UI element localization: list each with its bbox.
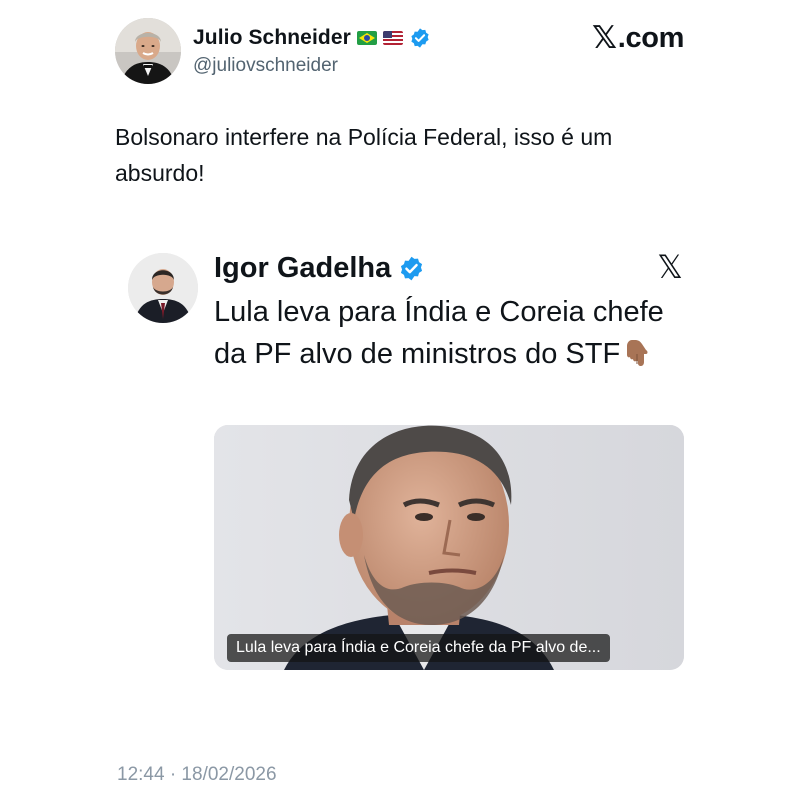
- quoted-x-logo-icon[interactable]: 𝕏: [655, 250, 685, 284]
- x-com-logo-text: .com: [617, 21, 685, 54]
- quoted-name-row: Igor Gadelha: [214, 250, 425, 286]
- media-caption: Lula leva para Índia e Coreia chefe da P…: [227, 634, 610, 662]
- quoted-text-content: Lula leva para Índia e Coreia chefe da P…: [214, 296, 664, 370]
- quoted-verified-badge-icon: [398, 255, 425, 282]
- author-avatar[interactable]: [115, 18, 181, 84]
- tweet-timestamp[interactable]: 12:44 · 18/02/2026: [117, 764, 277, 786]
- brazil-flag-icon: [356, 31, 377, 45]
- x-logo-icon: 𝕏: [592, 20, 617, 55]
- usa-flag-icon: [382, 31, 403, 45]
- tweet-text: Bolsonaro interfere na Polícia Federal, …: [115, 124, 613, 186]
- pointing-down-hand-icon: [624, 338, 650, 368]
- author-name-row: Julio Schneider: [193, 24, 431, 52]
- x-com-logo: 𝕏 .com: [592, 20, 685, 55]
- author-display-name[interactable]: Julio Schneider: [193, 26, 351, 50]
- verified-badge-icon: [409, 27, 431, 49]
- author-handle[interactable]: @juliovschneider: [193, 55, 338, 77]
- quoted-display-name[interactable]: Igor Gadelha: [214, 252, 391, 285]
- quoted-author-avatar[interactable]: [128, 253, 198, 323]
- quoted-tweet-text: Lula leva para Índia e Coreia chefe da P…: [214, 291, 684, 375]
